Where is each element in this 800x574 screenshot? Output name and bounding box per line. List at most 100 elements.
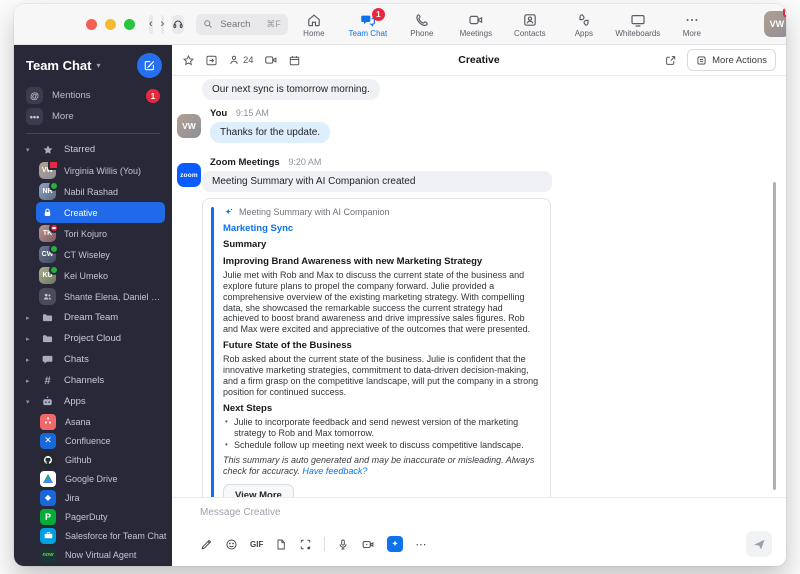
sidebar-item-pagerduty[interactable]: P PagerDuty	[14, 507, 172, 526]
avatar: NR	[39, 181, 59, 200]
member-count[interactable]: 24	[228, 54, 254, 66]
message-bubble[interactable]: Our next sync is tomorrow morning.	[202, 79, 380, 100]
microphone-icon[interactable]	[337, 538, 349, 551]
section-channels[interactable]: ▸ # Channels	[14, 370, 172, 391]
nav-home[interactable]: Home	[288, 10, 340, 38]
pagerduty-icon: P	[40, 508, 56, 525]
view-more-button[interactable]: View More	[223, 483, 294, 497]
scrollbar[interactable]	[773, 182, 776, 490]
sidebar-item-salesforce[interactable]: Salesforce for Team Chat	[14, 526, 172, 545]
avatar[interactable]: VW	[177, 114, 201, 138]
emoji-icon[interactable]	[225, 538, 238, 551]
message-time: 9:20 AM	[288, 157, 322, 167]
gif-icon[interactable]: GIF	[250, 540, 263, 549]
sidebar-item-more[interactable]: ••• More	[14, 106, 172, 127]
sidebar-item-google-drive[interactable]: Google Drive	[14, 469, 172, 488]
composer-toolbar: GIF ⋯	[200, 531, 772, 557]
now-icon: now	[40, 546, 56, 563]
sidebar-item-jira[interactable]: ◆ Jira	[14, 488, 172, 507]
close-button[interactable]	[86, 18, 97, 30]
sidebar-title[interactable]: Team Chat	[26, 58, 92, 73]
star-icon[interactable]	[182, 54, 195, 67]
compose-button[interactable]	[137, 53, 162, 78]
online-status-dot	[49, 265, 59, 275]
sidebar-item-asana[interactable]: ∴ Asana	[14, 412, 172, 431]
more-actions-icon	[696, 55, 707, 66]
team-chat-badge: 1	[371, 8, 385, 21]
nav-more[interactable]: More	[666, 10, 718, 38]
notice-bubble[interactable]: Meeting Summary with AI Companion create…	[202, 171, 552, 192]
sidebar-item-nabil-rashad[interactable]: NR Nabil Rashad	[36, 181, 165, 202]
sidebar-item-ct-wiseley[interactable]: CW CT Wiseley	[36, 244, 165, 265]
sidebar-item-now-virtual-agent[interactable]: now Now Virtual Agent	[14, 545, 172, 564]
feedback-link[interactable]: Have feedback?	[302, 466, 367, 476]
ellipsis-icon: •••	[26, 108, 43, 125]
screenshot-icon[interactable]	[299, 538, 312, 551]
message-list[interactable]: Our next sync is tomorrow morning. VW Yo…	[172, 76, 786, 497]
message-bubble[interactable]: Thanks for the update.	[210, 122, 331, 143]
format-icon[interactable]	[200, 538, 213, 551]
section-apps[interactable]: ▾ Apps	[14, 391, 172, 412]
ellipsis-icon	[684, 12, 700, 28]
pop-out-icon[interactable]	[664, 54, 677, 67]
user-avatar[interactable]: VW	[763, 8, 786, 37]
sidebar-item-github[interactable]: Github	[14, 450, 172, 469]
forward-button[interactable]: ›	[160, 14, 165, 34]
nav-contacts[interactable]: Contacts	[504, 10, 556, 38]
video-icon[interactable]	[264, 53, 278, 67]
nav-meetings[interactable]: Meetings	[450, 10, 502, 38]
zoom-window-button[interactable]	[124, 18, 135, 30]
robot-icon	[40, 395, 55, 408]
app-window: ‹ › ⌘F Home 1 Team Chat Phone	[14, 4, 786, 566]
section-chats[interactable]: ▸ Chats	[14, 349, 172, 370]
search-input[interactable]	[218, 17, 267, 31]
headset-button[interactable]	[172, 14, 185, 34]
meetings-icon	[468, 12, 484, 28]
sidebar-item-virginia-willis[interactable]: VW Virginia Willis (You)	[36, 160, 165, 181]
sidebar-item-kei-umeko[interactable]: KU Kei Umeko	[36, 265, 165, 286]
meeting-title-link[interactable]: Marketing Sync	[223, 223, 540, 234]
minimize-button[interactable]	[105, 18, 116, 30]
zoom-meetings-avatar[interactable]: zoom	[177, 163, 201, 187]
chat-bubble-icon	[40, 353, 55, 366]
next-steps-list: Julie to incorporate feedback and send n…	[223, 417, 540, 450]
nav-apps[interactable]: Apps	[558, 10, 610, 38]
divider	[26, 133, 160, 134]
main-nav: Home 1 Team Chat Phone Meetings Contacts	[288, 8, 718, 38]
send-button[interactable]	[746, 531, 772, 557]
nav-phone[interactable]: Phone	[396, 10, 448, 38]
section-body: Julie met with Rob and Max to discuss th…	[223, 270, 531, 335]
sidebar-item-group-chat[interactable]: Shante Elena, Daniel Bow...	[36, 286, 165, 307]
chevron-down-icon: ▾	[96, 61, 101, 70]
at-icon: @	[26, 87, 43, 104]
calendar-icon[interactable]	[288, 54, 301, 67]
nav-team-chat[interactable]: 1 Team Chat	[342, 8, 394, 38]
chevron-down-icon: ▾	[26, 146, 30, 154]
mentions-badge: 1	[146, 88, 160, 103]
search-shortcut: ⌘F	[266, 18, 281, 29]
dnd-status-badge	[49, 223, 59, 233]
back-button[interactable]: ‹	[149, 14, 153, 34]
send-icon	[753, 538, 766, 551]
sidebar-item-mentions[interactable]: @ Mentions 1	[14, 85, 172, 106]
sidebar-item-tori-kojuro[interactable]: TK Tori Kojuro	[36, 223, 165, 244]
avatar: KU	[39, 265, 59, 284]
sidebar-item-creative[interactable]: Creative	[36, 202, 165, 223]
sidebar-item-confluence[interactable]: ✕ Confluence	[14, 431, 172, 450]
message-time: 9:15 AM	[235, 108, 269, 118]
message-input[interactable]	[200, 507, 772, 518]
section-project-cloud[interactable]: ▸ Project Cloud	[14, 328, 172, 349]
file-icon[interactable]	[275, 538, 287, 551]
confluence-icon: ✕	[40, 432, 56, 449]
message-header: You 9:15 AM	[210, 108, 786, 119]
avatar: VW	[39, 160, 59, 179]
more-actions-button[interactable]: More Actions	[687, 49, 776, 71]
search-field[interactable]: ⌘F	[196, 13, 288, 35]
nav-whiteboards[interactable]: Whiteboards	[612, 10, 664, 38]
shared-space-icon[interactable]	[205, 54, 218, 67]
more-tools-icon[interactable]: ⋯	[415, 538, 427, 551]
video-clip-icon[interactable]	[361, 538, 375, 551]
section-starred[interactable]: ▾ Starred	[14, 139, 172, 160]
section-dream-team[interactable]: ▸ Dream Team	[14, 307, 172, 328]
ai-companion-icon[interactable]	[387, 536, 404, 552]
